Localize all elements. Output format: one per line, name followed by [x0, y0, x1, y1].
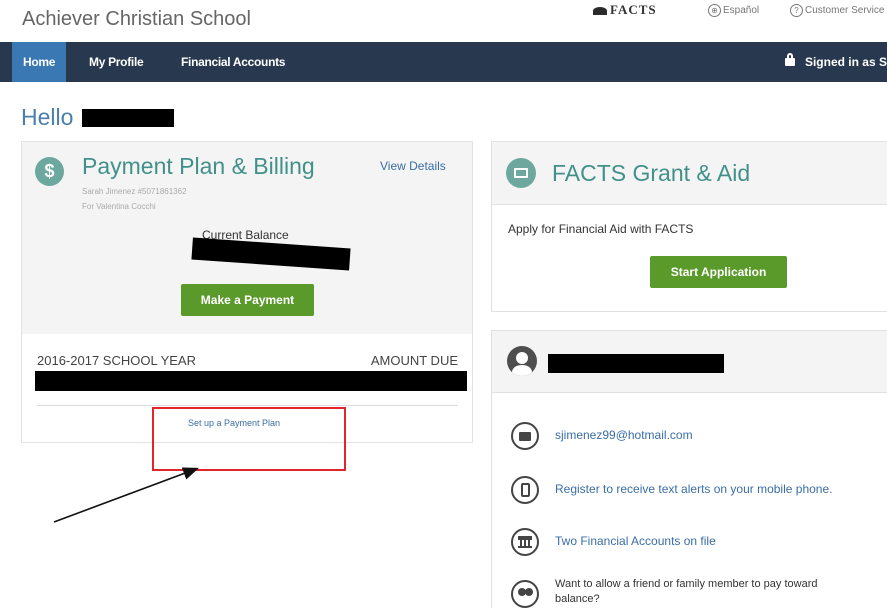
- person-icon: [507, 346, 537, 376]
- people-icon: [511, 580, 539, 608]
- mobile-phone-icon: [511, 476, 539, 504]
- grant-aid-description: Apply for Financial Aid with FACTS: [508, 222, 694, 236]
- email-link[interactable]: sjimenez99@hotmail.com: [555, 428, 693, 442]
- grant-aid-card: FACTS Grant & Aid Apply for Financial Ai…: [491, 141, 887, 312]
- start-application-button[interactable]: Start Application: [650, 256, 787, 288]
- redacted-contact-name: [548, 354, 724, 373]
- grant-aid-header: FACTS Grant & Aid: [492, 142, 887, 205]
- bank-icon: [511, 528, 539, 556]
- document-icon: [506, 158, 536, 188]
- contact-header: [492, 331, 887, 393]
- grant-aid-title: FACTS Grant & Aid: [552, 160, 751, 186]
- friend-payment-text: Want to allow a friend or family member …: [555, 577, 817, 607]
- text-alerts-link[interactable]: Register to receive text alerts on your …: [555, 482, 832, 496]
- contact-card: sjimenez99@hotmail.com Register to recei…: [491, 330, 887, 608]
- friend-payment-line2: balance?: [555, 593, 600, 605]
- email-icon: [511, 422, 539, 450]
- friend-payment-line1: Want to allow a friend or family member …: [555, 578, 818, 590]
- financial-accounts-link[interactable]: Two Financial Accounts on file: [555, 534, 716, 548]
